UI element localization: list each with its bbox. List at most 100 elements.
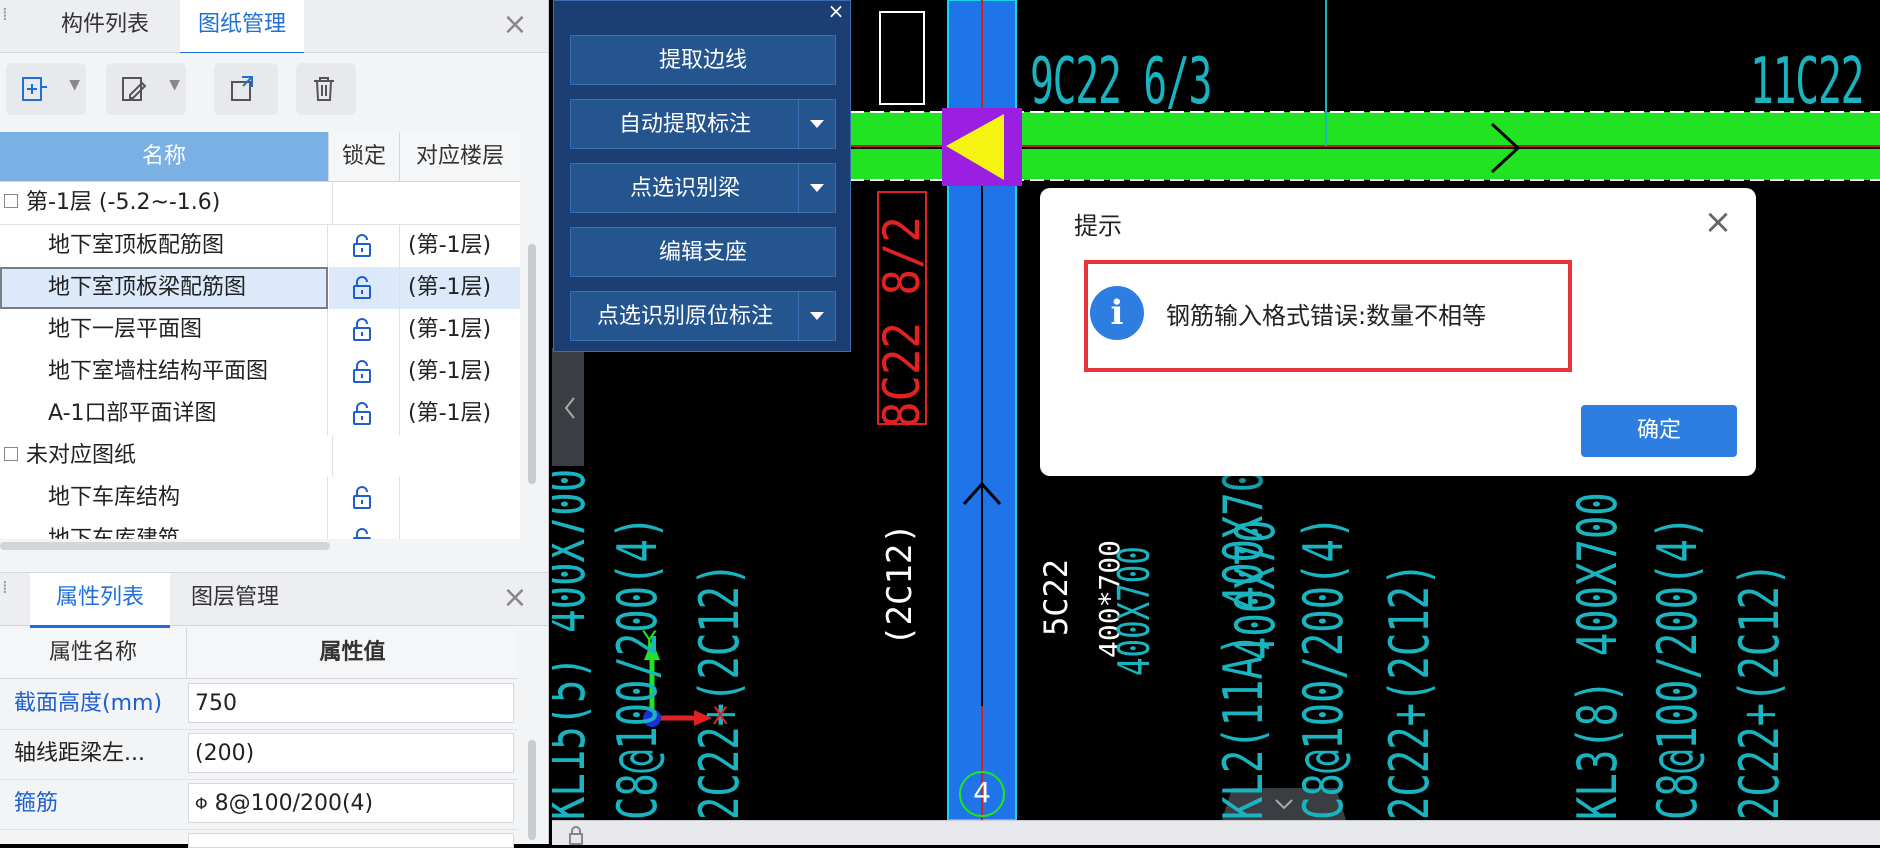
table-row[interactable]: 地下车库结构: [0, 477, 520, 520]
beam-size-cyan: 400X700: [1109, 546, 1160, 676]
rebar-label-top-right: 11C22: [1750, 45, 1864, 119]
add-drawing-button[interactable]: ▼: [6, 63, 86, 115]
left-panel: ⁞ 构件列表 图纸管理 × ▼ ▼ 名称 锁定 对应楼层 第-1层 (-5.2~…: [0, 0, 549, 848]
col-name-header[interactable]: 名称: [0, 132, 329, 181]
floor-cell: (第-1层): [400, 267, 520, 309]
property-row: 轴线距梁左... (200): [0, 729, 518, 780]
section-height-field[interactable]: 750: [188, 683, 514, 723]
close-icon[interactable]: ×: [500, 10, 530, 40]
group-toggle: 未对应图纸: [0, 435, 333, 477]
property-row: 截面高度(mm) 750: [0, 679, 518, 730]
cad-annotation: KL3(8) 400X700: [1566, 492, 1629, 820]
drag-grip-icon[interactable]: ⁞: [2, 6, 12, 44]
export-drawing-button[interactable]: [214, 63, 278, 115]
lock-cell[interactable]: [329, 519, 400, 539]
group-toggle: 第-1层 (-5.2~-1.6): [0, 182, 333, 224]
property-name: 截面高度(mm): [14, 691, 163, 716]
chevron-down-icon[interactable]: [798, 100, 835, 148]
auto-extract-annotation-button[interactable]: 自动提取标注: [570, 99, 836, 149]
col-lock-header[interactable]: 锁定: [329, 132, 400, 181]
property-scrollbar[interactable]: [528, 740, 536, 840]
vertical-scrollbar[interactable]: [528, 244, 536, 484]
tab-layer-management[interactable]: 图层管理: [170, 573, 300, 625]
chevron-down-icon[interactable]: [798, 292, 835, 340]
close-icon[interactable]: ×: [500, 583, 530, 613]
edit-support-button[interactable]: 编辑支座: [570, 227, 836, 277]
column-rebar-label: (2C12): [880, 523, 920, 646]
chevron-down-icon: ▼: [69, 77, 80, 93]
lock-icon: [353, 318, 371, 341]
lock-icon: [353, 276, 371, 299]
message-dialog: 提示 × i 钢筋输入格式错误:数量不相等 确定: [1040, 188, 1756, 476]
dialog-message: 钢筋输入格式错误:数量不相等: [1166, 302, 1487, 330]
table-row[interactable]: 地下室顶板梁配筋图 (第-1层): [0, 267, 520, 310]
drag-grip-icon[interactable]: ⁞: [2, 579, 12, 617]
drawing-name: 地下车库结构: [0, 477, 328, 519]
floor-cell: (第-1层): [408, 317, 492, 342]
table-row[interactable]: 地下一层平面图 (第-1层): [0, 309, 520, 352]
tab-component-list[interactable]: 构件列表: [30, 0, 180, 52]
lock-icon: [353, 234, 371, 257]
pick-recognize-in-situ-button[interactable]: 点选识别原位标注: [570, 291, 836, 341]
drawing-tabbar: ⁞ 构件列表 图纸管理 ×: [0, 0, 548, 55]
cad-annotation: KL2(11A) 400X700: [1212, 445, 1275, 820]
dialog-title: 提示: [1074, 212, 1122, 240]
edit-icon: [122, 77, 147, 101]
table-row[interactable]: 地下室墙柱结构平面图 (第-1层): [0, 351, 520, 394]
close-icon[interactable]: ×: [1700, 204, 1736, 240]
lock-cell[interactable]: [329, 309, 400, 351]
ok-button[interactable]: 确定: [1581, 405, 1737, 457]
drawing-name: A-1口部平面详图: [0, 393, 328, 435]
group-row[interactable]: 未对应图纸: [0, 435, 520, 478]
delete-drawing-button[interactable]: [296, 63, 356, 115]
pick-recognize-in-situ-label: 点选识别原位标注: [596, 304, 773, 329]
floor-cell: [400, 477, 520, 519]
extract-edge-button[interactable]: 提取边线: [570, 35, 836, 85]
lock-cell[interactable]: [329, 225, 400, 267]
property-row: [0, 829, 518, 848]
drawing-name: 地下一层平面图: [0, 309, 328, 351]
axis-offset-field[interactable]: (200): [188, 733, 514, 773]
close-icon[interactable]: ×: [824, 1, 848, 21]
collapse-icon[interactable]: [4, 194, 18, 208]
cad-annotation: C8@100/200(4): [1646, 515, 1709, 820]
horizontal-scrollbar[interactable]: [0, 542, 330, 550]
pick-recognize-beam-button[interactable]: 点选识别梁: [570, 163, 836, 213]
lock-icon: [353, 402, 371, 425]
lock-icon[interactable]: [566, 825, 586, 845]
lock-cell[interactable]: [329, 267, 400, 309]
cad-annotation: 2C22+(2C12): [688, 562, 751, 820]
group-row[interactable]: 第-1层 (-5.2~-1.6): [0, 182, 520, 225]
edit-drawing-button[interactable]: ▼: [106, 63, 186, 115]
collapse-icon[interactable]: [4, 447, 18, 461]
tab-drawing-management[interactable]: 图纸管理: [180, 0, 304, 55]
table-row[interactable]: A-1口部平面详图 (第-1层): [0, 393, 520, 436]
table-row[interactable]: 地下室顶板配筋图 (第-1层): [0, 225, 520, 268]
trash-icon: [314, 77, 334, 101]
info-icon: i: [1090, 286, 1144, 340]
lock-cell[interactable]: [329, 477, 400, 519]
lock-icon: [353, 528, 371, 539]
chevron-down-icon[interactable]: [798, 164, 835, 212]
table-row[interactable]: 地下车库建筑: [0, 519, 520, 539]
property-row: 箍筋 Φ 8@100/200(4): [0, 779, 518, 830]
ucs-y-label: Y: [642, 626, 657, 654]
cad-annotation: 2C22+(2C12): [1378, 562, 1441, 820]
rebar-label-top: 9C22 6/3: [1030, 45, 1212, 119]
col-floor-header[interactable]: 对应楼层: [400, 132, 520, 181]
beam-rebar-label: 5C22: [1037, 558, 1075, 636]
col-property-value: 属性值: [319, 640, 386, 665]
stirrup-field[interactable]: Φ 8@100/200(4): [188, 783, 514, 823]
col-property-name: 属性名称: [0, 628, 187, 678]
next-field[interactable]: [188, 833, 514, 848]
axis-number: 4: [973, 776, 991, 809]
pick-recognize-beam-label: 点选识别梁: [629, 176, 740, 201]
column-outline: [879, 11, 925, 105]
lock-cell[interactable]: [329, 393, 400, 435]
floor-cell: (第-1层): [408, 401, 492, 426]
lock-icon: [353, 360, 371, 383]
tab-property-list[interactable]: 属性列表: [30, 573, 170, 628]
chevron-down-icon: ▼: [169, 77, 180, 93]
red-rebar-label: 8C22 8/2: [873, 216, 931, 428]
lock-cell[interactable]: [329, 351, 400, 393]
